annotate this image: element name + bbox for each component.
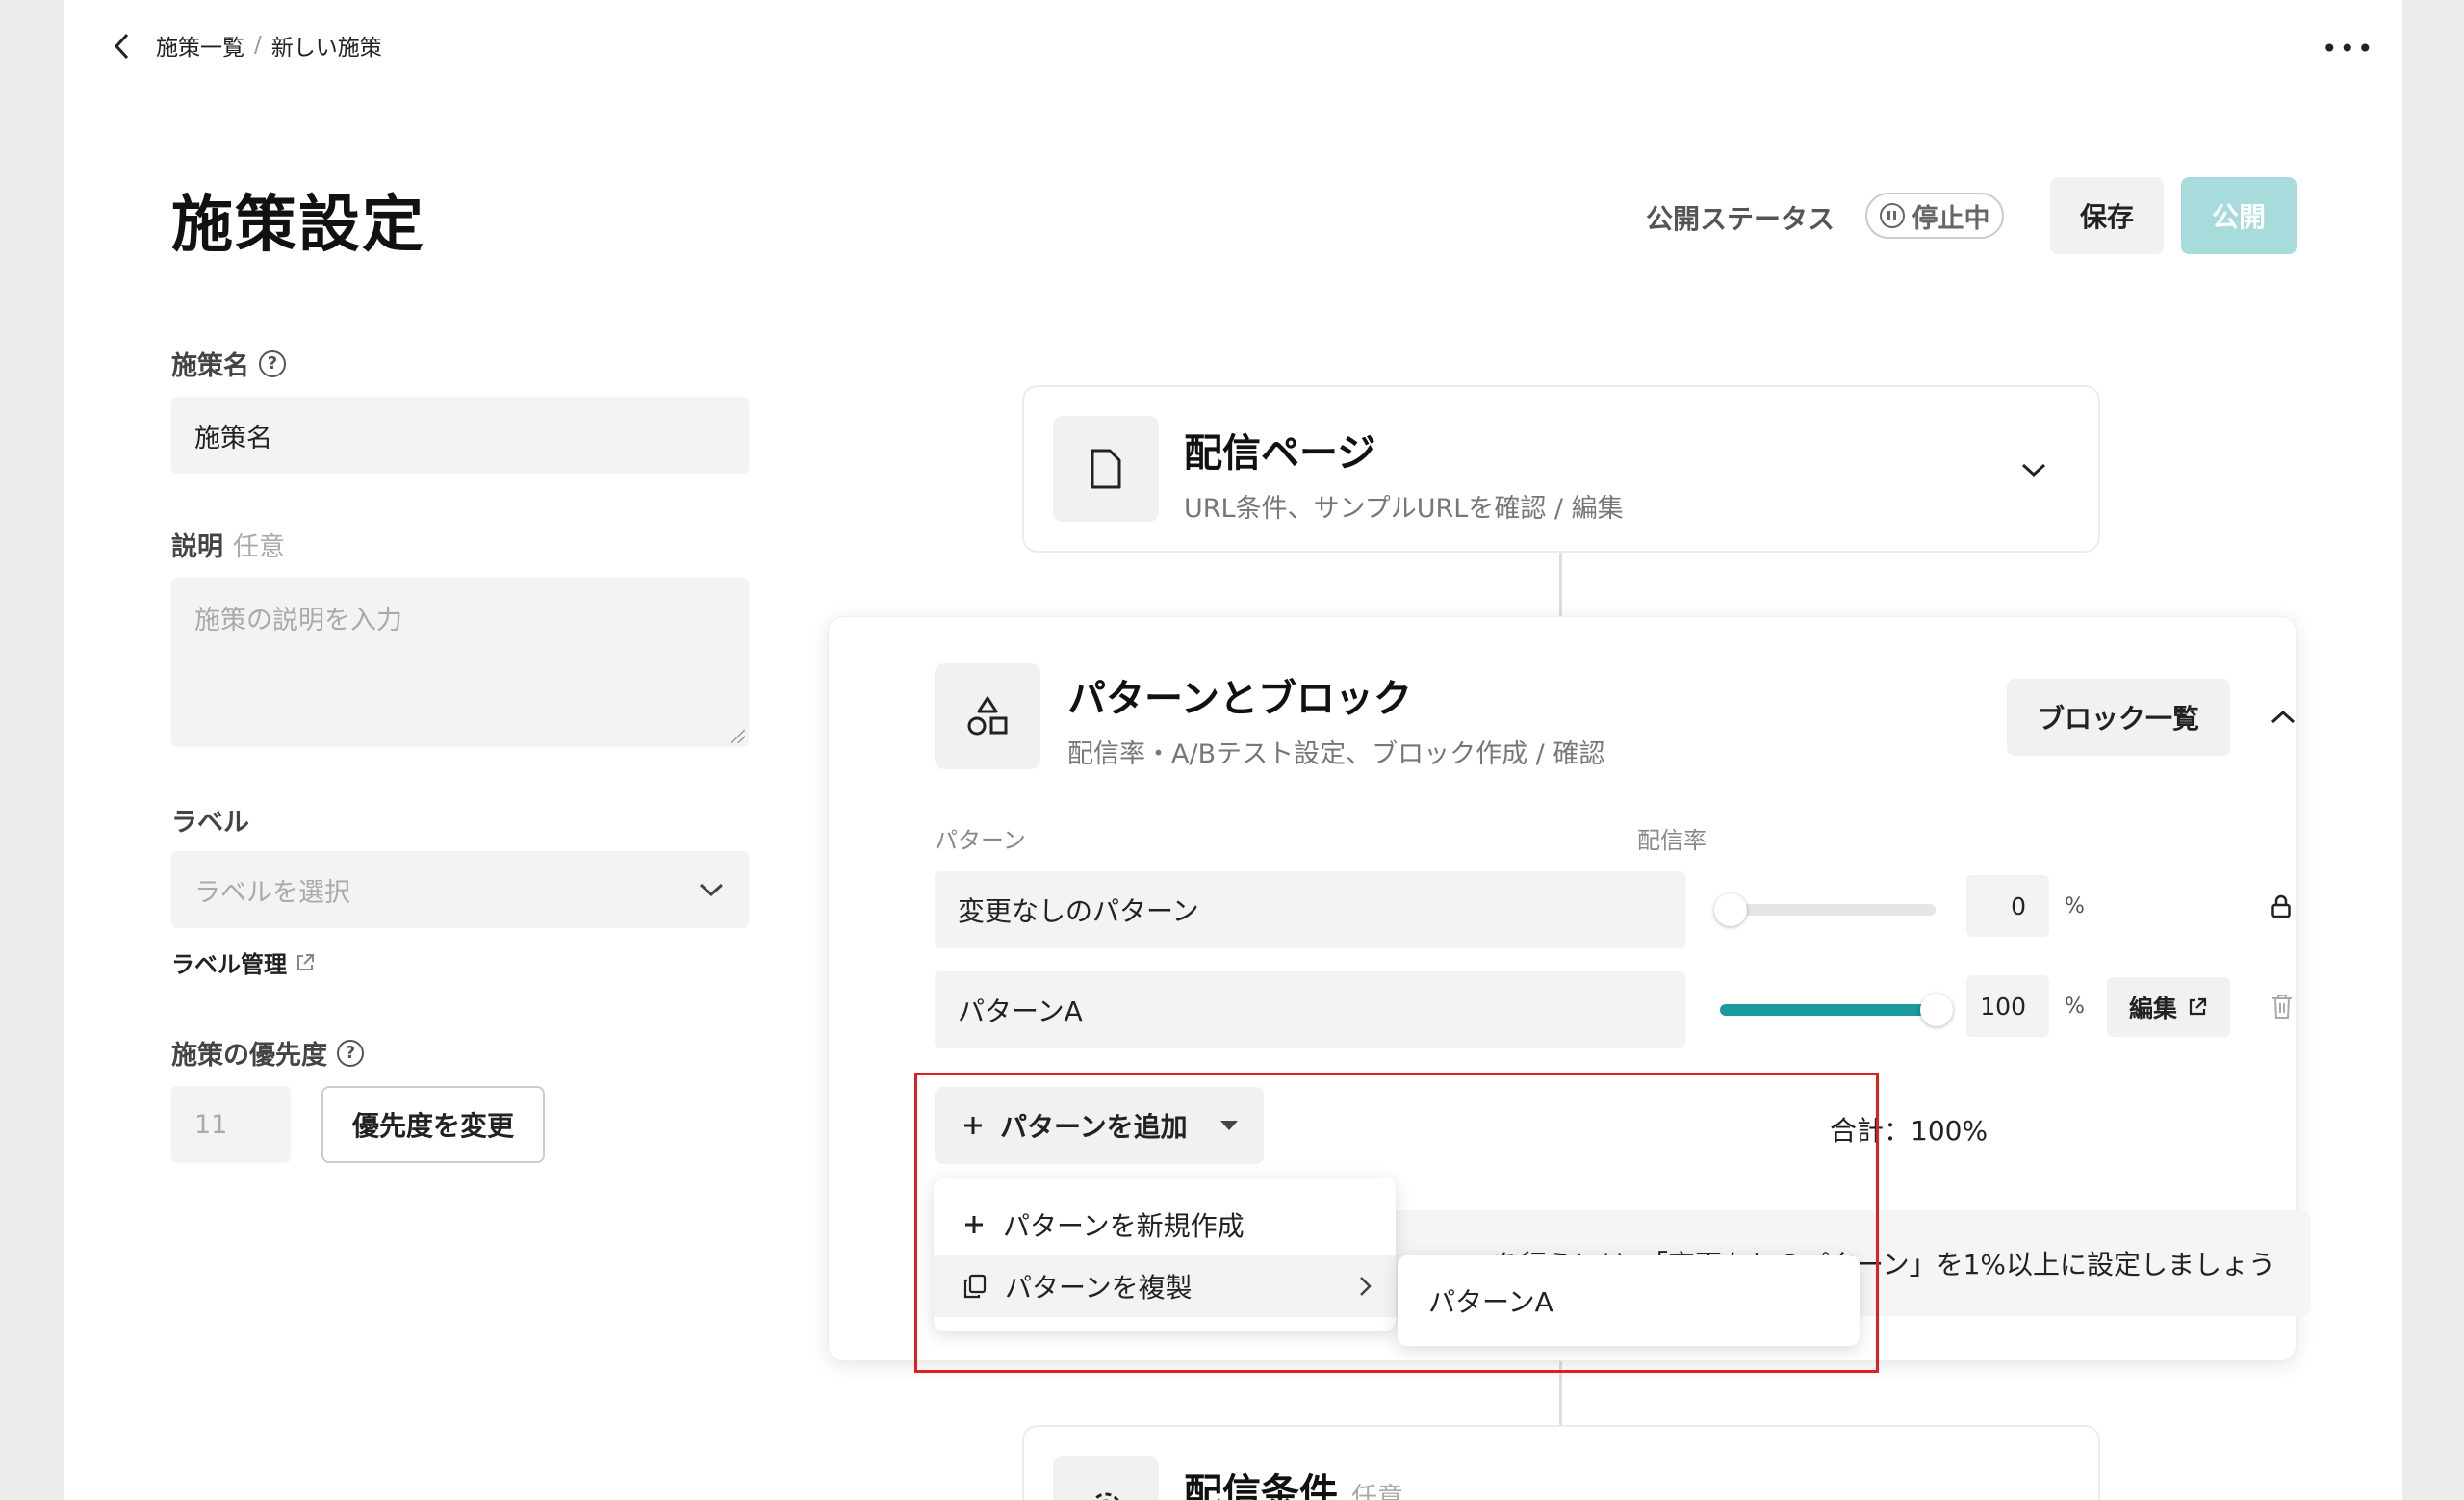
slider-fill (1720, 1004, 1936, 1016)
rate-slider[interactable] (1720, 1004, 1936, 1016)
label-field-label: ラベル (171, 801, 249, 839)
description-placeholder: 施策の説明を入力 (194, 606, 402, 635)
priority-label: 施策の優先度 ? (171, 1034, 364, 1072)
description-textarea[interactable]: 施策の説明を入力 (171, 578, 749, 747)
conditions-title-group: 配信条件 任意 (1184, 1461, 1403, 1500)
rate-input[interactable]: 0 (1966, 875, 2049, 937)
rate-column-header: 配信率 (1637, 827, 1707, 854)
name-input[interactable]: 施策名 (171, 397, 749, 474)
percent-unit: % (2065, 995, 2085, 1019)
external-link-icon (2189, 997, 2207, 1016)
pattern-name-field[interactable]: 変更なしのパターン (935, 871, 1685, 948)
priority-label-text: 施策の優先度 (171, 1041, 327, 1071)
label-manage-link[interactable]: ラベル管理 (171, 945, 316, 979)
resize-handle[interactable] (732, 730, 745, 743)
patterns-subtitle: 配信率・A/Bテスト設定、ブロック作成 / 確認 (1067, 739, 1605, 769)
flow-connector (1559, 553, 1562, 616)
conditions-title: 配信条件 (1184, 1471, 1338, 1500)
more-options-icon[interactable]: ••• (2322, 33, 2375, 65)
breadcrumb: 施策一覧 / 新しい施策 (156, 29, 382, 62)
breadcrumb-separator: / (254, 33, 262, 58)
page-title: 施策設定 (171, 190, 425, 261)
lock-icon[interactable] (2271, 894, 2292, 919)
trash-icon[interactable] (2271, 993, 2294, 1020)
percent-unit: % (2065, 894, 2085, 918)
block-list-button[interactable]: ブロック一覧 (2007, 679, 2230, 756)
name-label-text: 施策名 (171, 351, 249, 381)
label-select-placeholder: ラベルを選択 (194, 877, 350, 908)
settings-icon (1053, 1456, 1159, 1500)
status-badge[interactable]: 停止中 (1865, 193, 2004, 239)
external-link-icon (297, 953, 314, 970)
description-label-text: 説明 (171, 532, 223, 562)
slider-knob[interactable] (1920, 994, 1953, 1026)
delivery-page-subtitle: URL条件、サンプルURLを確認 / 編集 (1184, 494, 1624, 524)
label-select[interactable]: ラベルを選択 (171, 851, 749, 928)
optional-tag: 任意 (233, 532, 285, 562)
breadcrumb-current: 新しい施策 (270, 36, 382, 61)
status-label: 公開ステータス (1646, 203, 1835, 235)
delivery-page-title: 配信ページ (1184, 431, 1376, 476)
save-button[interactable]: 保存 (2050, 177, 2164, 254)
publish-button[interactable]: 公開 (2181, 177, 2297, 254)
label-manage-text: ラベル管理 (171, 951, 287, 978)
change-priority-button[interactable]: 優先度を変更 (321, 1086, 545, 1163)
name-label: 施策名 ? (171, 345, 286, 382)
delivery-page-card[interactable]: 配信ページ URL条件、サンプルURLを確認 / 編集 (1022, 385, 2100, 553)
rate-slider[interactable] (1720, 904, 1936, 916)
status-value: 停止中 (1912, 203, 1990, 234)
pause-icon (1879, 203, 1905, 228)
file-icon (1053, 416, 1159, 522)
pattern-name-field[interactable]: パターンA (935, 971, 1685, 1048)
chevron-up-icon[interactable] (2269, 708, 2297, 727)
rate-input[interactable]: 100 (1966, 975, 2049, 1037)
conditions-card[interactable]: 配信条件 任意 (1022, 1425, 2100, 1500)
edit-pattern-button[interactable]: 編集 (2107, 977, 2230, 1037)
app-window: 施策一覧 / 新しい施策 ••• 施策設定 公開ステータス 停止中 保存 公開 … (64, 0, 2402, 1500)
edit-label: 編集 (2128, 995, 2177, 1022)
patterns-title: パターンとブロック (1067, 677, 1412, 721)
shapes-icon (935, 663, 1040, 769)
help-icon[interactable]: ? (337, 1039, 364, 1067)
help-icon[interactable]: ? (259, 349, 286, 377)
slider-knob[interactable] (1714, 893, 1747, 926)
pattern-column-header: パターン (935, 827, 1026, 854)
chevron-down-icon (699, 883, 724, 897)
back-icon[interactable] (108, 27, 137, 65)
optional-tag: 任意 (1351, 1483, 1403, 1500)
chevron-down-icon[interactable] (2019, 460, 2048, 479)
priority-input[interactable]: 11 (171, 1086, 291, 1163)
label-field-label-text: ラベル (171, 808, 249, 838)
description-label: 説明 任意 (171, 526, 285, 563)
breadcrumb-parent[interactable]: 施策一覧 (156, 29, 244, 62)
highlight-box (914, 1073, 1879, 1373)
